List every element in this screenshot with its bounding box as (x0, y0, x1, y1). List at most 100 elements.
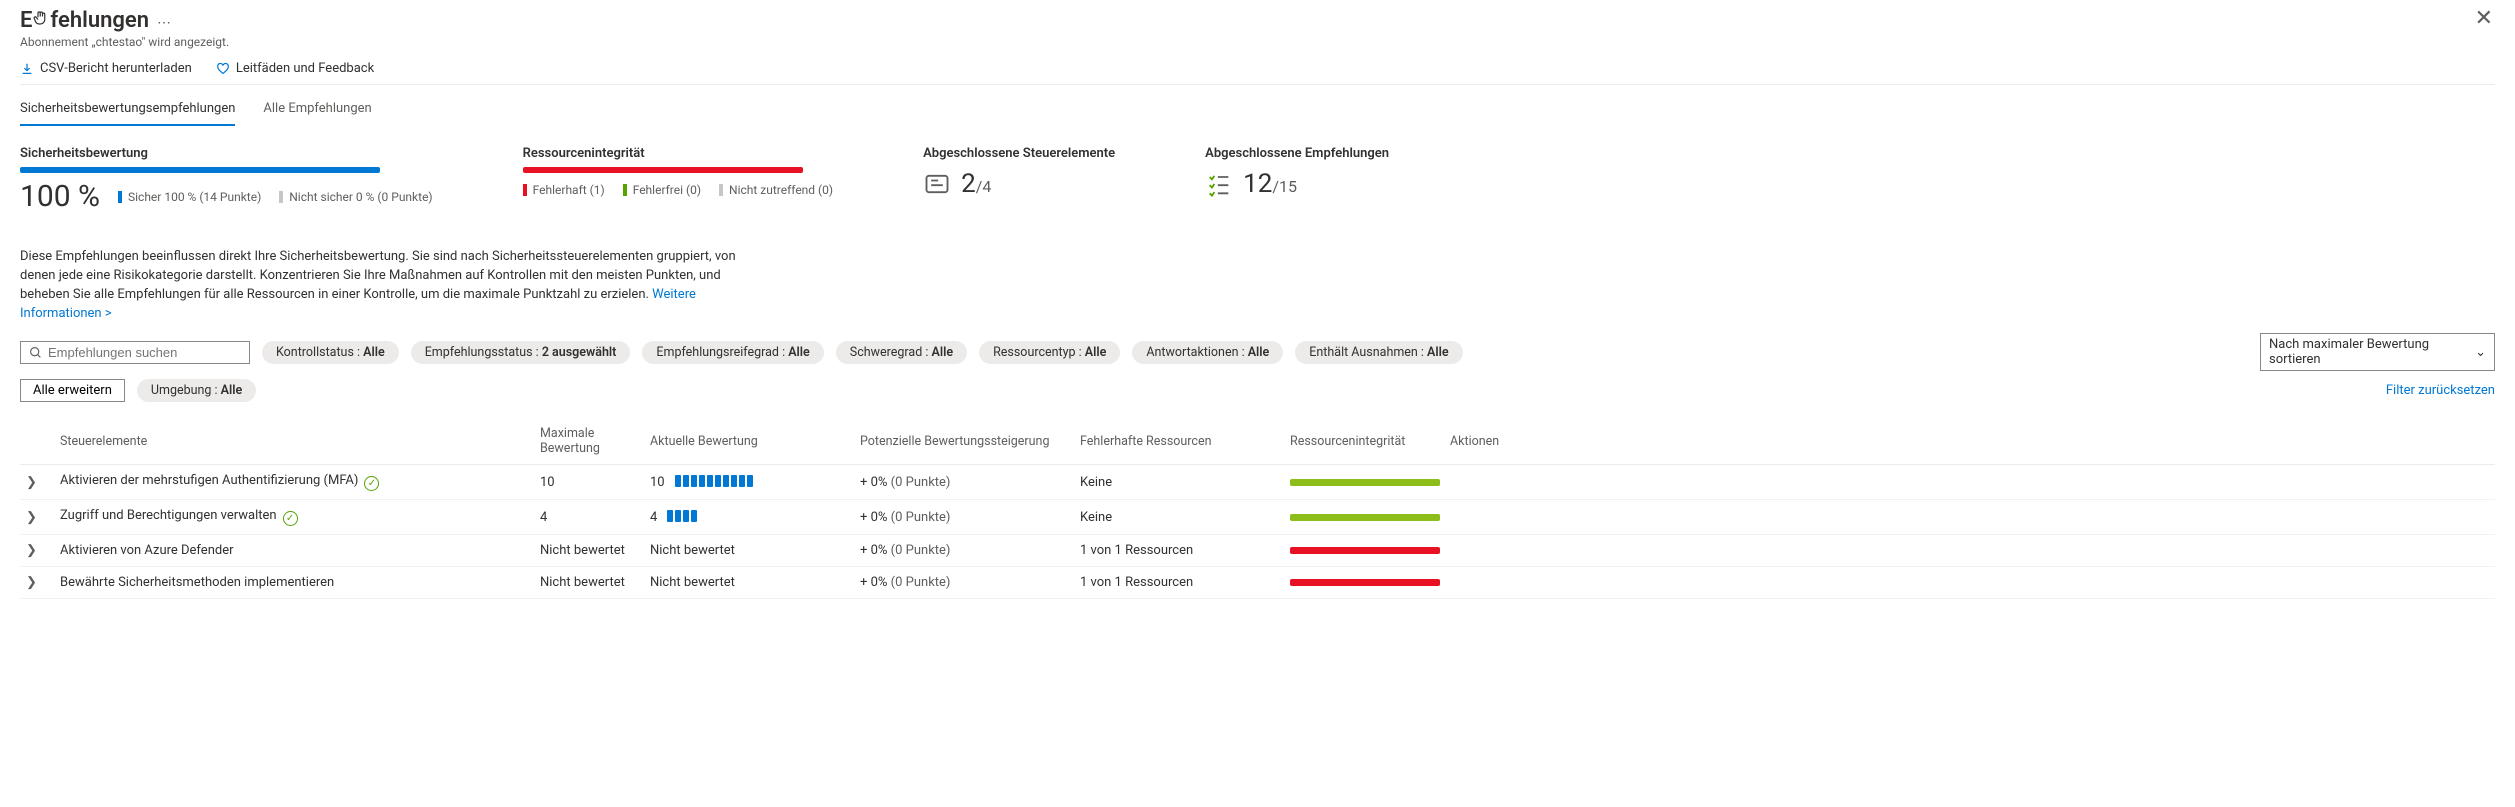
filter-row-2: Alle erweitern Umgebung : Alle Filter zu… (20, 379, 2495, 402)
row-bad: 1 von 1 Ressourcen (1074, 567, 1284, 599)
integrity-indicator (1290, 579, 1440, 586)
row-bad: 1 von 1 Ressourcen (1074, 535, 1284, 567)
check-icon: ✓ (364, 476, 379, 491)
page-title: Efehlungen (20, 8, 149, 33)
controls-den: /4 (976, 177, 992, 196)
sort-label: Nach maximaler Bewertung sortieren (2269, 337, 2475, 367)
download-icon (20, 62, 34, 76)
row-cur: Nicht bewertet (644, 567, 854, 599)
table-row[interactable]: ❯ Aktivieren der mehrstufigen Authentifi… (20, 465, 2495, 500)
row-pot: + 0% (860, 510, 887, 525)
legend-faulty: Fehlerhaft (1) (523, 183, 605, 197)
search-icon (29, 346, 42, 359)
expand-toggle[interactable]: ❯ (26, 543, 37, 558)
feedback-button[interactable]: Leitfäden und Feedback (216, 61, 374, 76)
recs-den: /15 (1272, 177, 1297, 196)
stat-completed-recs: Abgeschlossene Empfehlungen 12/15 (1205, 146, 1389, 214)
command-bar: CSV-Bericht herunterladen Leitfäden und … (20, 61, 2495, 85)
legend-unsecure: Nicht sicher 0 % (0 Punkte) (279, 190, 432, 204)
search-field[interactable] (48, 345, 241, 360)
row-name: Aktivieren von Azure Defender (54, 535, 534, 567)
check-icon: ✓ (283, 511, 298, 526)
score-value: 100 % (20, 179, 100, 214)
row-pot: + 0% (860, 543, 887, 558)
score-bar (20, 167, 380, 173)
download-csv-button[interactable]: CSV-Bericht herunterladen (20, 61, 192, 76)
filter-control-status[interactable]: Kontrollstatus : Alle (262, 341, 399, 364)
sort-dropdown[interactable]: Nach maximaler Bewertung sortieren ⌄ (2260, 333, 2495, 371)
chevron-down-icon: ⌄ (2475, 345, 2486, 360)
filter-resource-type[interactable]: Ressourcentyp : Alle (979, 341, 1120, 364)
filter-maturity[interactable]: Empfehlungsreifegrad : Alle (642, 341, 823, 364)
row-max: Nicht bewertet (534, 567, 644, 599)
filter-response-actions[interactable]: Antwortaktionen : Alle (1132, 341, 1283, 364)
blade-header: Efehlungen ⋯ Abonnement „chtestao" wird … (20, 8, 2495, 49)
subtitle: Abonnement „chtestao" wird angezeigt. (20, 35, 229, 49)
stat-resource-integrity: Ressourcenintegrität Fehlerhaft (1) Fehl… (523, 146, 833, 214)
col-int[interactable]: Ressourcenintegrität (1284, 418, 1444, 465)
table-header-row: Steuerelemente Maximale Bewertung Aktuel… (20, 418, 2495, 465)
stats-row: Sicherheitsbewertung 100 % Sicher 100 % … (20, 146, 2495, 214)
row-name: Zugriff und Berechtigungen verwalten (60, 508, 277, 523)
expand-toggle[interactable]: ❯ (26, 575, 37, 590)
table-row[interactable]: ❯ Zugriff und Berechtigungen verwalten✓ … (20, 500, 2495, 535)
row-max: 10 (534, 465, 644, 500)
legend-secure: Sicher 100 % (14 Punkte) (118, 190, 261, 204)
row-pot: + 0% (860, 475, 887, 490)
cursor-hand-icon (32, 9, 50, 27)
score-blocks (667, 510, 697, 522)
col-cur[interactable]: Aktuelle Bewertung (644, 418, 854, 465)
checklist-icon (1205, 170, 1233, 198)
search-input[interactable] (20, 341, 250, 364)
legend-ok: Fehlerfrei (0) (623, 183, 701, 197)
row-name: Aktivieren der mehrstufigen Authentifizi… (60, 473, 358, 488)
col-bad[interactable]: Fehlerhafte Ressourcen (1074, 418, 1284, 465)
reset-filters-link[interactable]: Filter zurücksetzen (2386, 383, 2495, 398)
integrity-indicator (1290, 514, 1440, 521)
controls-num: 2 (961, 169, 976, 199)
col-act[interactable]: Aktionen (1444, 418, 2495, 465)
row-bad: Keine (1074, 500, 1284, 535)
row-bad: Keine (1074, 465, 1284, 500)
col-controls[interactable]: Steuerelemente (54, 418, 534, 465)
stat-recs-label: Abgeschlossene Empfehlungen (1205, 146, 1389, 161)
filter-environment[interactable]: Umgebung : Alle (137, 379, 256, 402)
close-button[interactable]: ✕ (2473, 8, 2495, 30)
recommendations-table: Steuerelemente Maximale Bewertung Aktuel… (20, 418, 2495, 599)
row-pot: + 0% (860, 575, 887, 590)
feedback-label: Leitfäden und Feedback (236, 61, 374, 76)
filter-has-exceptions[interactable]: Enthält Ausnahmen : Alle (1295, 341, 1462, 364)
tab-all-recs[interactable]: Alle Empfehlungen (263, 95, 371, 126)
score-blocks (675, 475, 753, 487)
col-pot[interactable]: Potenzielle Bewertungssteigerung (854, 418, 1074, 465)
tab-security-recs[interactable]: Sicherheitsbewertungsempfehlungen (20, 95, 235, 126)
tabs: Sicherheitsbewertungsempfehlungen Alle E… (20, 95, 2495, 126)
more-icon[interactable]: ⋯ (157, 15, 171, 31)
recs-num: 12 (1243, 169, 1272, 199)
table-row[interactable]: ❯ Aktivieren von Azure Defender Nicht be… (20, 535, 2495, 567)
description: Diese Empfehlungen beeinflussen direkt I… (20, 248, 760, 323)
filter-row: Kontrollstatus : Alle Empfehlungsstatus … (20, 333, 2495, 371)
row-cur: 10 (650, 475, 665, 490)
description-text: Diese Empfehlungen beeinflussen direkt I… (20, 249, 736, 302)
row-cur: Nicht bewertet (644, 535, 854, 567)
stat-score-label: Sicherheitsbewertung (20, 146, 433, 161)
integrity-indicator (1290, 547, 1440, 554)
row-max: Nicht bewertet (534, 535, 644, 567)
filter-severity[interactable]: Schweregrad : Alle (836, 341, 967, 364)
controls-icon (923, 170, 951, 198)
integrity-indicator (1290, 479, 1440, 486)
expand-toggle[interactable]: ❯ (26, 475, 37, 490)
expand-all-button[interactable]: Alle erweitern (20, 379, 125, 402)
legend-na: Nicht zutreffend (0) (719, 183, 833, 197)
expand-toggle[interactable]: ❯ (26, 510, 37, 525)
download-csv-label: CSV-Bericht herunterladen (40, 61, 192, 76)
integrity-bar (523, 167, 803, 173)
row-name: Bewährte Sicherheitsmethoden implementie… (54, 567, 534, 599)
stat-integrity-label: Ressourcenintegrität (523, 146, 833, 161)
stat-controls-label: Abgeschlossene Steuerelemente (923, 146, 1115, 161)
filter-rec-status[interactable]: Empfehlungsstatus : 2 ausgewählt (411, 341, 631, 364)
col-max[interactable]: Maximale Bewertung (534, 418, 644, 465)
stat-security-score: Sicherheitsbewertung 100 % Sicher 100 % … (20, 146, 433, 214)
table-row[interactable]: ❯ Bewährte Sicherheitsmethoden implement… (20, 567, 2495, 599)
